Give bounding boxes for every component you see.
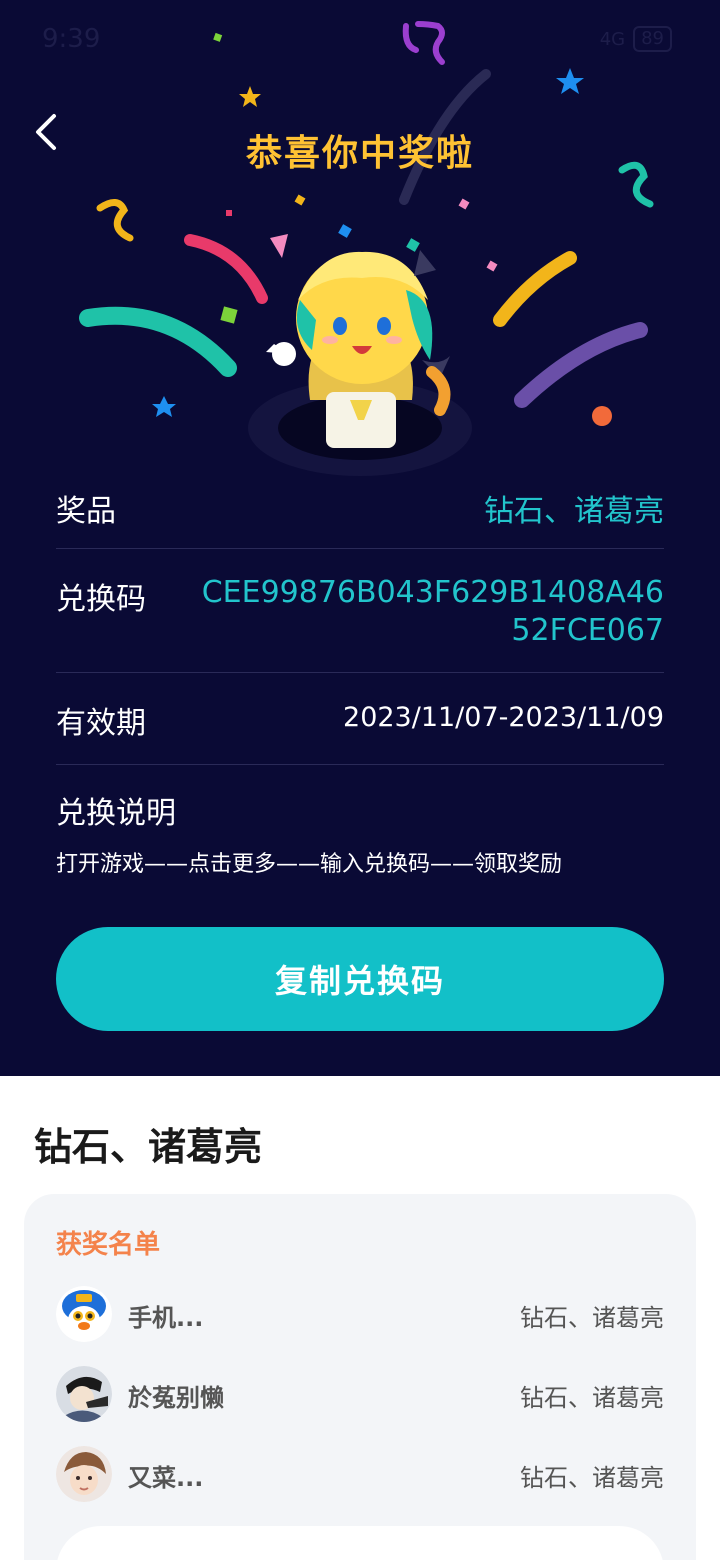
winners-title: 获奖名单: [56, 1230, 161, 1260]
winner-name: 手机...: [128, 1304, 204, 1332]
divider: [56, 548, 664, 549]
copy-code-button[interactable]: 复制兑换码: [56, 927, 664, 1031]
battery-icon: 89: [633, 26, 672, 52]
prize-panel: 9:39 4G 89 恭喜你中奖啦 奖品 钻石、诸葛亮 兑换码 CEE99876…: [0, 0, 720, 1076]
instructions-row: 兑换说明: [56, 788, 664, 831]
winner-row: 又菜... 钻石、诸葛亮: [56, 1446, 664, 1502]
status-icons: 4G 89: [600, 26, 672, 52]
avatar: [56, 1286, 112, 1342]
winners-card: 获奖名单 手机... 钻石、诸葛亮 於菟别懒 钻石、诸葛亮 又菜... 钻石、诸…: [24, 1194, 696, 1560]
winner-name: 又菜...: [128, 1464, 204, 1492]
winner-name: 於菟别懒: [128, 1384, 224, 1412]
network-indicator: 4G: [599, 28, 626, 50]
status-bar: 9:39 4G 89: [0, 0, 720, 80]
validity-label: 有效期: [56, 706, 146, 741]
winner-prize: 钻石、诸葛亮: [520, 1464, 664, 1492]
prize-label: 奖品: [56, 494, 116, 529]
prize-section-title: 钻石、诸葛亮: [34, 1125, 263, 1169]
app-logo-icon: [402, 21, 445, 65]
divider: [56, 764, 664, 765]
avatar: [56, 1366, 112, 1422]
redeem-code-value[interactable]: CEE99876B043F629B1408A4652FCE067: [194, 574, 664, 650]
divider: [56, 672, 664, 673]
code-row: 兑换码 CEE99876B043F629B1408A4652FCE067: [56, 574, 664, 654]
avatar: [56, 1446, 112, 1502]
winner-prize: 钻石、诸葛亮: [520, 1304, 664, 1332]
prize-value: 钻石、诸葛亮: [484, 494, 664, 529]
page-title: 恭喜你中奖啦: [245, 133, 474, 174]
prize-row: 奖品 钻石、诸葛亮: [56, 486, 664, 529]
winner-row: 於菟别懒 钻石、诸葛亮: [56, 1366, 664, 1422]
status-time: 9:39: [42, 24, 101, 54]
code-label: 兑换码: [56, 582, 146, 617]
winner-row: 手机... 钻石、诸葛亮: [56, 1286, 664, 1342]
winner-prize: 钻石、诸葛亮: [520, 1384, 664, 1412]
instructions-text: 打开游戏——点击更多——输入兑换码——领取奖励: [56, 852, 563, 877]
view-more-button[interactable]: [56, 1526, 664, 1560]
validity-row: 有效期 2023/11/07-2023/11/09: [56, 698, 664, 741]
validity-value: 2023/11/07-2023/11/09: [343, 702, 664, 733]
instructions-label: 兑换说明: [56, 796, 176, 831]
